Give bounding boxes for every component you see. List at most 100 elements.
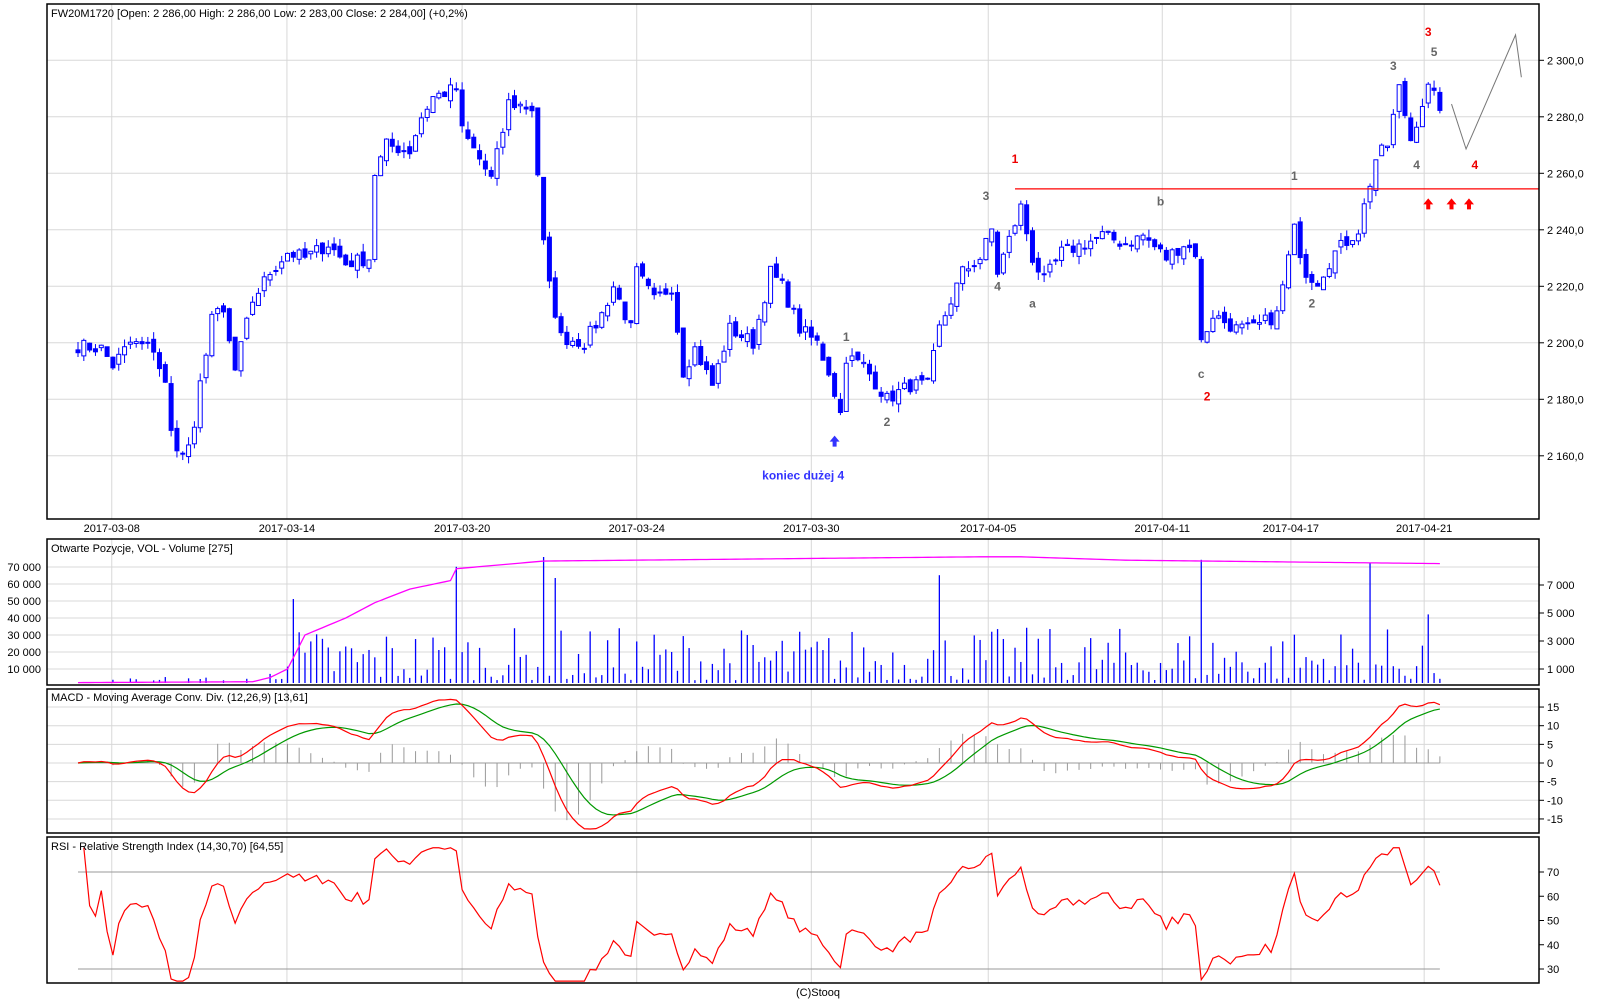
annotation-text: koniec dużej 4 [762,469,844,483]
candle-body [628,320,634,324]
candle-body [104,346,110,357]
candle-body [599,312,605,328]
candle-body [1239,323,1245,329]
up-arrow-icon [829,435,840,447]
candle-body [296,249,302,260]
wave-label-minor: 2 [884,415,891,429]
candle-body [995,231,1001,275]
candle-body [1099,231,1105,240]
candle-body [349,260,355,268]
candle-body [942,315,948,326]
panel-frame [46,688,1540,834]
wave-label-minor: 1 [843,330,850,344]
candle-body [576,339,582,347]
candle-body [1419,105,1425,128]
wave-label-minor: 5 [1431,45,1438,59]
candle-body [238,341,244,372]
candle-body [1152,239,1158,248]
candle-body [133,341,139,344]
y-tick-label: 40 [1547,940,1559,952]
candle-body [1355,233,1361,242]
candle-body [884,392,890,401]
candle-body [1006,235,1012,253]
rsi-panel [78,847,1441,982]
candle-body [762,302,768,323]
candle-body [529,105,535,112]
candle-body [901,382,907,390]
candle-body [255,292,261,306]
panel-frame [46,836,1540,984]
candle-body [354,254,360,271]
candle-body [907,379,913,393]
candle-body [872,371,878,390]
candle-body [1350,240,1356,245]
candle-body [512,95,517,109]
panel-title-macd: MACD - Moving Average Conv. Div. (12,26,… [51,692,308,704]
candle-body [861,361,867,365]
candle-body [442,91,448,98]
candle-body [343,254,349,266]
candle-body [1222,311,1228,324]
candle-body [1163,249,1169,261]
candle-body [669,292,675,295]
candle-body [1140,234,1146,241]
candle-body [279,261,285,269]
y-tick-label: 30 [1547,964,1559,976]
candle-body [1029,230,1035,263]
candle-body [1088,240,1094,250]
candle-body [168,383,174,431]
candle-body [308,250,314,255]
candle-body [1320,276,1326,291]
candle-body [366,259,372,269]
candle-body [110,356,116,369]
x-tick-label: 2017-03-24 [609,523,665,535]
candle-body [471,136,477,149]
candle-body [436,92,442,99]
wave-label-minor: 2 [1308,296,1315,310]
candle-body [1233,324,1239,333]
candle-body [925,377,931,380]
candle-body [1181,246,1187,260]
up-arrow-icon [1446,198,1457,210]
candle-body [1169,249,1175,265]
y-tick-label: 1 000 [1547,664,1575,676]
candle-body [1192,243,1198,258]
candle-body [733,321,739,337]
candle-body [1041,273,1047,276]
candle-body [645,278,651,287]
candle-body [1332,250,1338,274]
candle-body [453,88,459,91]
wave-label-minor: a [1029,296,1036,310]
x-tick-label: 2017-04-05 [960,523,1016,535]
candle-body [1216,315,1222,319]
y-tick-label-left: 50 000 [7,596,41,608]
y-tick-label-left: 70 000 [7,562,41,574]
candle-body [145,341,151,344]
candle-body [1274,310,1280,330]
candle-body [965,268,971,272]
candle-body [494,148,500,179]
candle-body [1064,243,1070,247]
candle-body [581,347,587,350]
candle-body [989,228,995,243]
y-tick-label: 2 180,0 [1547,394,1584,406]
candle-body [983,237,989,261]
y-tick-label-left: 20 000 [7,647,41,659]
candle-body [273,269,279,272]
up-arrow-icon [1423,198,1434,210]
candle-body [960,266,966,285]
candle-body [337,245,343,258]
candle-body [81,339,87,357]
y-tick-label-left: 40 000 [7,613,41,625]
macd-panel [77,698,1441,830]
candle-body [570,340,576,347]
candle-body [203,354,209,379]
candle-body [360,251,366,267]
macd-line [77,698,1441,830]
candle-body [465,129,471,139]
candle-body [98,344,104,349]
candle-body [768,265,774,304]
candle-body [616,287,622,300]
candle-body [546,236,552,282]
x-tick-label: 2017-04-17 [1263,523,1319,535]
